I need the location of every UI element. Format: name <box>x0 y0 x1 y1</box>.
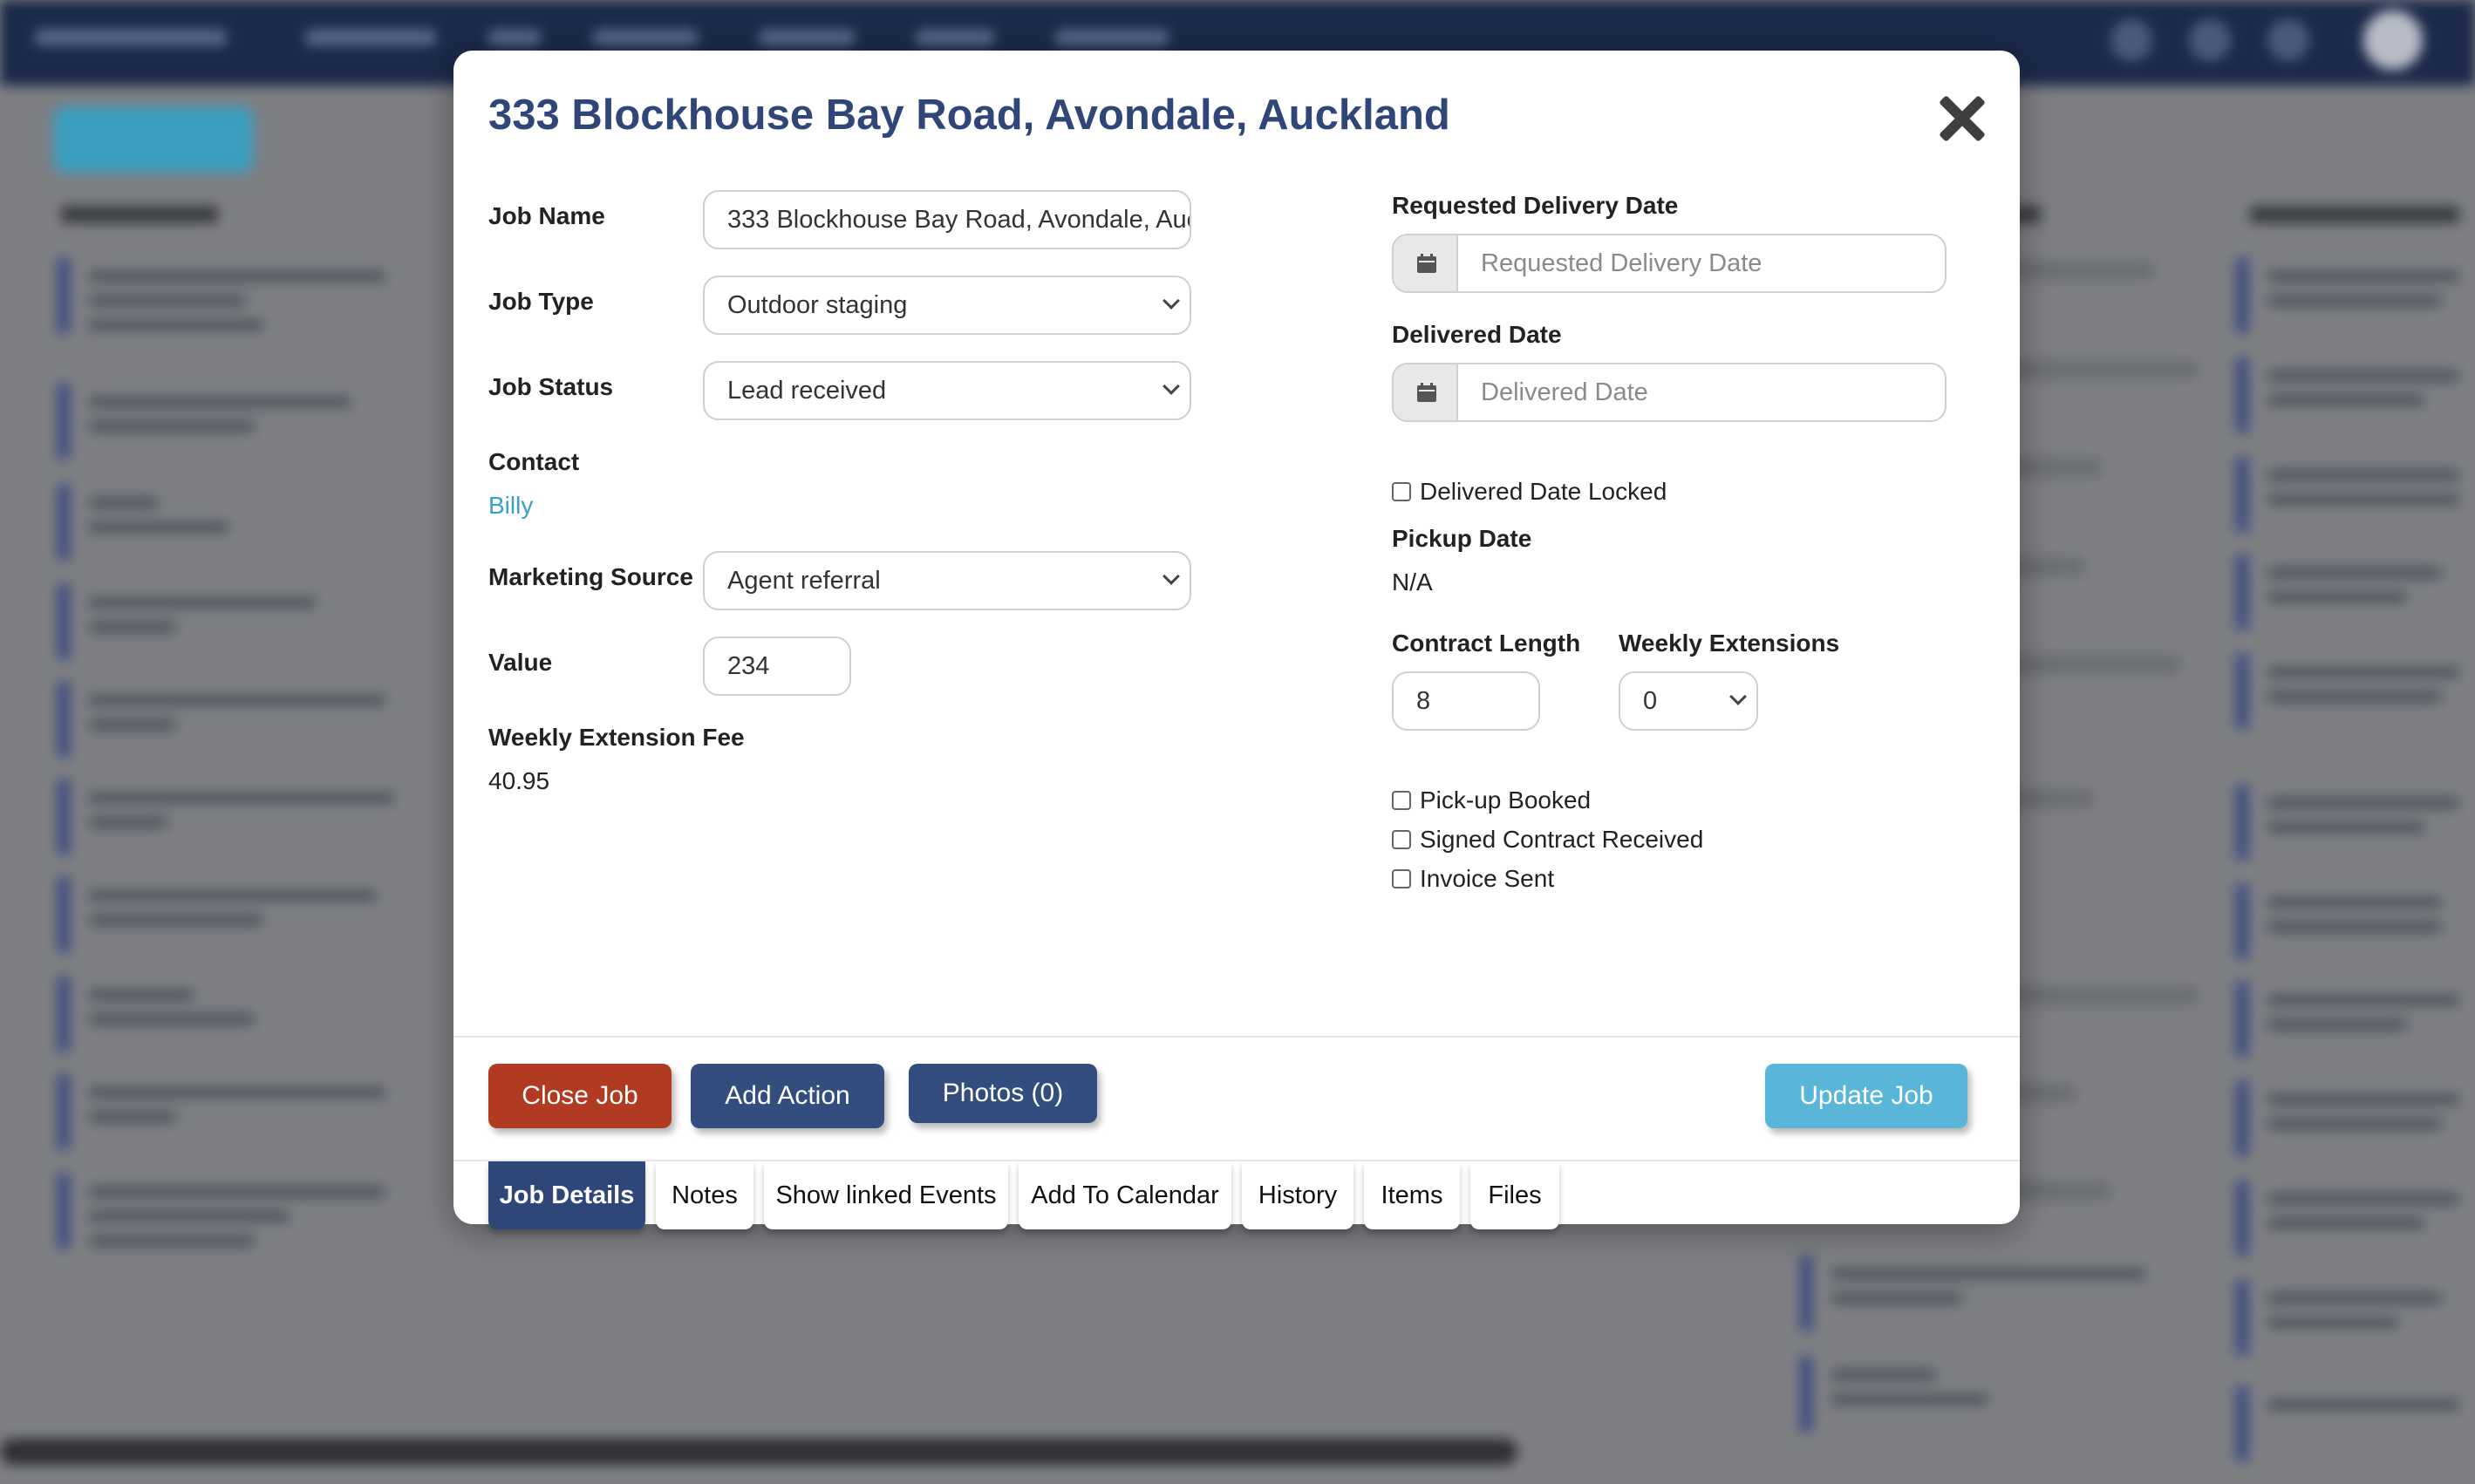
tab-job-details[interactable]: Job Details <box>488 1161 645 1229</box>
delivered-date-locked-row: Delivered Date Locked <box>1392 476 1667 507</box>
signed-contract-row: Signed Contract Received <box>1392 824 1703 855</box>
weekly-extension-fee-value: 40.95 <box>488 767 550 794</box>
contact-label: Contact <box>488 448 580 475</box>
tab-notes[interactable]: Notes <box>656 1161 753 1229</box>
delivered-date-locked-checkbox[interactable] <box>1392 482 1411 501</box>
tab-show-linked-events[interactable]: Show linked Events <box>764 1161 1008 1229</box>
signed-contract-checkbox[interactable] <box>1392 830 1411 849</box>
chevron-down-icon <box>1162 292 1180 310</box>
invoice-sent-row: Invoice Sent <box>1392 863 1554 895</box>
signed-contract-label: Signed Contract Received <box>1420 826 1704 853</box>
modal-title: 333 Blockhouse Bay Road, Avondale, Auckl… <box>488 92 1450 139</box>
add-action-button[interactable]: Add Action <box>691 1064 884 1128</box>
close-icon[interactable] <box>1936 94 1985 143</box>
pickup-booked-row: Pick-up Booked <box>1392 785 1591 816</box>
contract-length-label: Contract Length <box>1392 630 1581 657</box>
pickup-booked-label: Pick-up Booked <box>1420 786 1592 813</box>
delivered-date-placeholder: Delivered Date <box>1481 378 1648 406</box>
background-scrollbar <box>0 1439 1517 1465</box>
calendar-addon[interactable] <box>1394 235 1458 291</box>
value-label: Value <box>488 649 553 676</box>
weekly-extensions-value: 0 <box>1643 687 1658 715</box>
job-type-value: Outdoor staging <box>727 291 908 319</box>
tab-items[interactable]: Items <box>1364 1161 1460 1229</box>
job-status-value: Lead received <box>727 377 887 405</box>
chevron-down-icon <box>1162 568 1180 585</box>
marketing-source-select[interactable]: Agent referral <box>703 551 1191 610</box>
close-job-button[interactable]: Close Job <box>488 1064 672 1128</box>
value-input[interactable]: 234 <box>703 636 851 696</box>
contact-link[interactable]: Billy <box>488 492 533 520</box>
delivered-date-label: Delivered Date <box>1392 321 1562 348</box>
requested-delivery-date-input[interactable]: Requested Delivery Date <box>1392 234 1947 293</box>
job-type-select[interactable]: Outdoor staging <box>703 276 1191 335</box>
tab-history[interactable]: History <box>1242 1161 1353 1229</box>
job-type-label: Job Type <box>488 288 594 315</box>
calendar-icon <box>1417 383 1436 402</box>
calendar-addon[interactable] <box>1394 364 1458 420</box>
background-button <box>54 106 253 173</box>
job-name-label: Job Name <box>488 202 605 229</box>
invoice-sent-label: Invoice Sent <box>1420 865 1555 892</box>
pickup-date-value: N/A <box>1392 568 1433 596</box>
photos-button[interactable]: Photos (0) <box>909 1064 1097 1123</box>
weekly-extensions-select[interactable]: 0 <box>1619 671 1758 731</box>
marketing-source-value: Agent referral <box>727 567 881 595</box>
delivered-date-locked-label: Delivered Date Locked <box>1420 478 1667 505</box>
edit-job-modal: 333 Blockhouse Bay Road, Avondale, Auckl… <box>453 51 2020 1229</box>
marketing-source-label: Marketing Source <box>488 563 693 590</box>
requested-delivery-date-placeholder: Requested Delivery Date <box>1481 249 1762 277</box>
pickup-date-label: Pickup Date <box>1392 525 1532 552</box>
contract-length-input[interactable]: 8 <box>1392 671 1540 731</box>
weekly-extension-fee-label: Weekly Extension Fee <box>488 724 745 751</box>
invoice-sent-checkbox[interactable] <box>1392 869 1411 888</box>
requested-delivery-date-label: Requested Delivery Date <box>1392 192 1679 219</box>
update-job-button[interactable]: Update Job <box>1765 1064 1967 1128</box>
tab-add-to-calendar[interactable]: Add To Calendar <box>1019 1161 1231 1229</box>
weekly-extensions-label: Weekly Extensions <box>1619 630 1840 657</box>
chevron-down-icon <box>1162 378 1180 395</box>
job-status-label: Job Status <box>488 373 614 400</box>
calendar-icon <box>1417 254 1436 273</box>
job-status-select[interactable]: Lead received <box>703 361 1191 420</box>
footer-divider <box>453 1036 2020 1038</box>
pickup-booked-checkbox[interactable] <box>1392 791 1411 810</box>
chevron-down-icon <box>1729 688 1747 705</box>
delivered-date-input[interactable]: Delivered Date <box>1392 363 1947 422</box>
job-name-input[interactable]: 333 Blockhouse Bay Road, Avondale, Auc <box>703 190 1191 249</box>
tab-files[interactable]: Files <box>1470 1161 1559 1229</box>
